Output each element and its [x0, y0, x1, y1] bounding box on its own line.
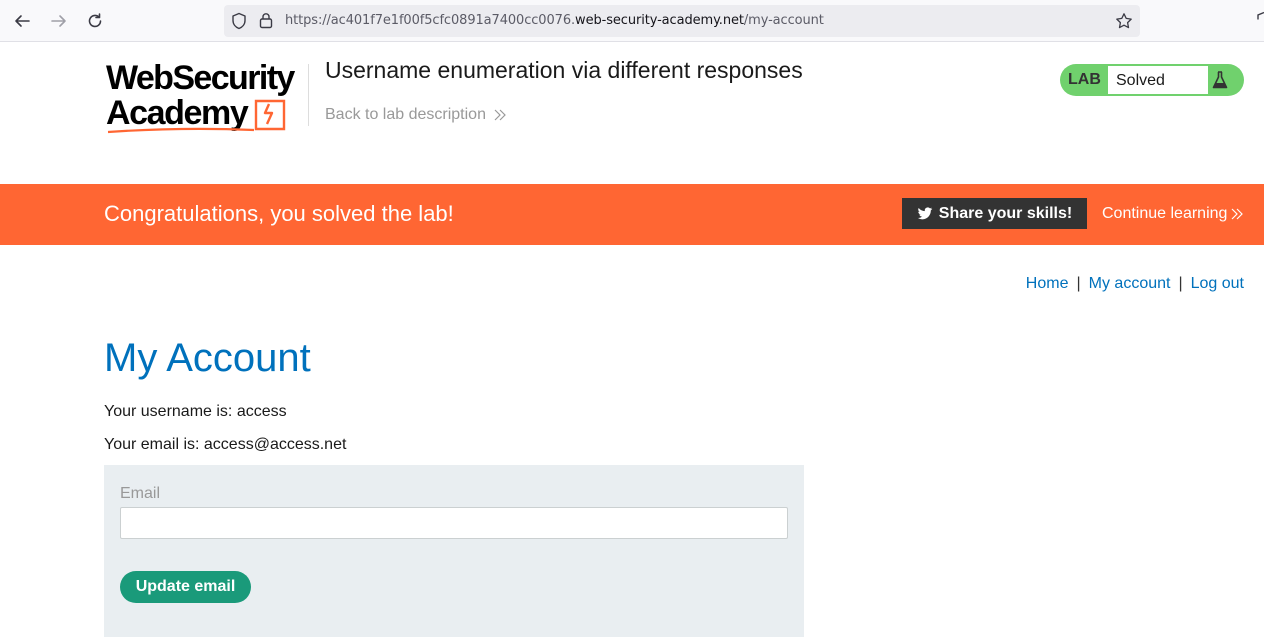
shield-icon[interactable]	[231, 12, 247, 35]
continue-learning-link[interactable]: Continue learning	[1102, 205, 1244, 223]
nav-separator: |	[1076, 275, 1081, 292]
page-title: My Account	[104, 336, 311, 380]
double-chevron-right-icon	[1231, 208, 1244, 220]
shield-edge-icon[interactable]	[1256, 11, 1264, 34]
update-email-button[interactable]: Update email	[120, 571, 251, 603]
email-info: Your email is: access@access.net	[104, 436, 347, 453]
twitter-icon	[917, 206, 933, 219]
url-host: web-security-academy.net	[575, 13, 744, 28]
bookmark-star-icon[interactable]	[1115, 12, 1133, 35]
lab-status-widget: LAB Solved	[1060, 64, 1244, 96]
lab-badge: LAB	[1068, 71, 1101, 88]
double-chevron-right-icon	[494, 109, 506, 121]
address-bar[interactable]: https://ac401f7e1f00f5cfc0891a7400cc0076…	[224, 5, 1140, 37]
reload-icon[interactable]	[83, 9, 107, 33]
change-email-form: Email Update email	[104, 465, 804, 637]
lock-icon[interactable]	[259, 12, 273, 34]
web-security-academy-logo[interactable]: WebSecurity Academy	[106, 60, 306, 135]
header-divider	[308, 64, 309, 126]
logo-line-1: WebSecurity	[106, 59, 295, 97]
back-to-lab-description-link[interactable]: Back to lab description	[325, 106, 506, 124]
top-nav: Home | My account | Log out	[1026, 275, 1244, 293]
lab-title: Username enumeration via different respo…	[325, 57, 803, 83]
url-path: /my-account	[743, 13, 824, 28]
solved-banner: Congratulations, you solved the lab! Sha…	[0, 184, 1264, 245]
back-link-label: Back to lab description	[325, 106, 486, 123]
logo-mark-icon	[254, 99, 286, 131]
nav-my-account-link[interactable]: My account	[1089, 275, 1171, 292]
lab-status-value: Solved	[1108, 66, 1208, 94]
share-skills-button[interactable]: Share your skills!	[902, 198, 1087, 229]
email-input[interactable]	[120, 507, 788, 539]
flask-icon	[1212, 71, 1228, 89]
back-arrow-icon[interactable]	[10, 9, 34, 33]
forward-arrow-icon[interactable]	[47, 9, 71, 33]
url-text: https://ac401f7e1f00f5cfc0891a7400cc0076…	[285, 13, 824, 28]
url-prefix: https://ac401f7e1f00f5cfc0891a7400cc0076…	[285, 13, 576, 28]
email-label: Email	[120, 485, 161, 502]
nav-home-link[interactable]: Home	[1026, 275, 1069, 292]
logo-underline-icon	[107, 127, 255, 134]
nav-log-out-link[interactable]: Log out	[1191, 275, 1244, 292]
share-button-label: Share your skills!	[938, 204, 1073, 222]
browser-toolbar: https://ac401f7e1f00f5cfc0891a7400cc0076…	[0, 0, 1264, 42]
continue-learning-label: Continue learning	[1102, 205, 1228, 222]
nav-separator: |	[1178, 275, 1183, 292]
banner-message: Congratulations, you solved the lab!	[104, 201, 454, 226]
username-info: Your username is: access	[104, 403, 287, 420]
